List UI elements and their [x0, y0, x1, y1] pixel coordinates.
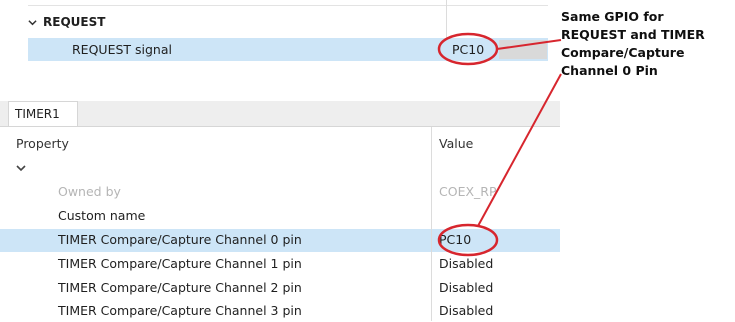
column-divider [446, 0, 447, 38]
tab-bar [0, 101, 560, 126]
value-dropdown-area[interactable] [499, 40, 547, 59]
annotation-line: REQUEST and TIMER [561, 27, 705, 42]
annotation-line: Same GPIO for [561, 9, 664, 24]
property-row-channel-3[interactable]: TIMER Compare/Capture Channel 3 pin [58, 300, 302, 322]
property-value-channel-1[interactable]: Disabled [439, 253, 493, 275]
property-value-channel-2[interactable]: Disabled [439, 277, 493, 299]
annotation-callout: Same GPIO for REQUEST and TIMER Compare/… [561, 8, 735, 80]
request-signal-value[interactable]: PC10 [452, 38, 484, 61]
tab-timer1[interactable]: TIMER1 [8, 101, 78, 127]
chevron-down-icon[interactable] [16, 164, 26, 172]
property-value-owned-by: COEX_RP [439, 184, 497, 199]
annotation-line: Channel 0 Pin [561, 63, 658, 78]
column-divider [431, 127, 432, 321]
property-value-channel-3[interactable]: Disabled [439, 300, 493, 322]
request-section-header[interactable]: REQUEST [28, 11, 105, 33]
property-row-channel-1[interactable]: TIMER Compare/Capture Channel 1 pin [58, 253, 302, 275]
property-value-channel-0[interactable]: PC10 [439, 229, 471, 251]
property-column-header[interactable]: Property [16, 136, 69, 151]
request-section-title: REQUEST [43, 15, 106, 29]
chevron-down-icon[interactable] [28, 18, 37, 27]
table-border [0, 126, 560, 127]
property-row-custom-name[interactable]: Custom name [58, 205, 145, 227]
property-row-channel-2[interactable]: TIMER Compare/Capture Channel 2 pin [58, 277, 302, 299]
property-row-owned-by: Owned by [58, 184, 121, 199]
property-row-channel-0[interactable]: TIMER Compare/Capture Channel 0 pin [58, 229, 302, 251]
request-signal-label: REQUEST signal [72, 42, 172, 57]
connector-line-channel-0 [477, 73, 562, 227]
value-column-header[interactable]: Value [439, 136, 473, 151]
section-divider [28, 5, 548, 6]
annotation-line: Compare/Capture [561, 45, 685, 60]
